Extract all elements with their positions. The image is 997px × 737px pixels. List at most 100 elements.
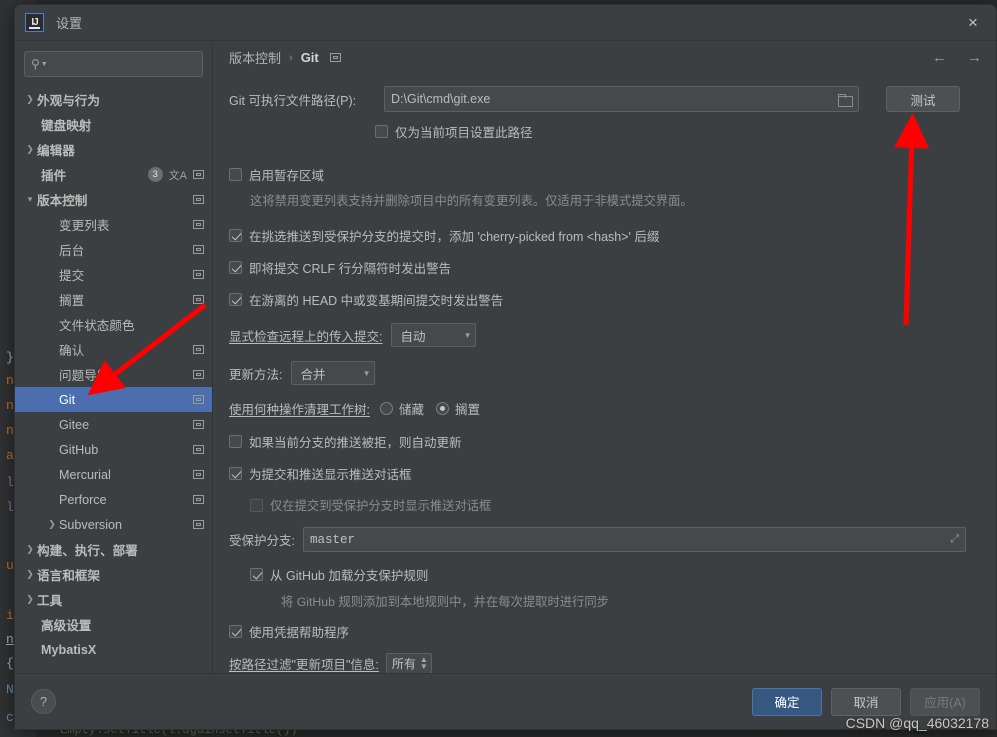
clean-worktree-radio-shelve[interactable] — [436, 402, 449, 415]
sidebar-item-[interactable]: ▾ 版本控制 — [15, 187, 212, 212]
translate-icon[interactable]: 文A — [169, 167, 187, 183]
breadcrumb-separator: › — [289, 51, 293, 64]
sidebar-item-[interactable]: 变更列表 — [15, 212, 212, 237]
clean-worktree-radio-stash[interactable] — [379, 402, 393, 415]
expand-icon[interactable]: ⤢ — [950, 534, 959, 546]
close-icon[interactable]: × — [950, 5, 996, 41]
chevron-right-icon[interactable]: ❯ — [23, 145, 37, 154]
sidebar-item-[interactable]: 问题导航 — [15, 362, 212, 387]
git-path-input[interactable]: D:\Git\cmd\git.exe — [384, 86, 859, 112]
breadcrumb-parent[interactable]: 版本控制 — [229, 48, 281, 67]
sidebar-item-[interactable]: 高级设置 — [15, 612, 212, 637]
sidebar-item-[interactable]: ❯ 语言和框架 — [15, 562, 212, 587]
sidebar-item-[interactable]: 搁置 — [15, 287, 212, 312]
forward-arrow-icon[interactable]: → — [967, 49, 982, 66]
staging-area-description-row: 这将禁用变更列表支持并删除项目中的所有变更列表。仅适用于非模式提交界面。 — [229, 191, 980, 209]
copy-settings-path-icon[interactable] — [329, 53, 341, 62]
sidebar-item-perforce[interactable]: Perforce — [15, 487, 212, 512]
update-method-value: 合并 — [300, 367, 326, 382]
clean-worktree-row: 使用何种操作清理工作树: 储藏 搁置 — [229, 399, 980, 418]
folder-icon[interactable] — [838, 93, 853, 107]
logo-text: IJ — [31, 17, 38, 28]
help-button[interactable]: ? — [31, 689, 56, 714]
copy-settings-path-icon[interactable] — [193, 520, 204, 529]
load-github-rules-checkbox[interactable] — [250, 568, 263, 581]
copy-settings-path-icon[interactable] — [193, 170, 204, 179]
sidebar-item-[interactable]: 插件 3 文A — [15, 162, 212, 187]
staging-area-description: 这将禁用变更列表支持并删除项目中的所有变更列表。仅适用于非模式提交界面。 — [250, 194, 693, 208]
load-github-rules-label: 从 GitHub 加载分支保护规则 — [270, 569, 429, 583]
chevron-right-icon[interactable]: ❯ — [23, 570, 37, 579]
chevron-right-icon[interactable]: ❯ — [23, 595, 37, 604]
intellij-logo-icon: IJ — [25, 13, 44, 32]
copy-settings-path-icon[interactable] — [193, 220, 204, 229]
chevron-right-icon[interactable]: ❯ — [23, 95, 37, 104]
copy-settings-path-icon[interactable] — [193, 295, 204, 304]
credential-helper-label: 使用凭据帮助程序 — [249, 626, 350, 640]
sidebar-item-subversion[interactable]: ❯ Subversion — [15, 512, 212, 537]
incoming-commits-select[interactable]: 自动 ▼ — [391, 323, 477, 347]
show-push-dialog-protected-checkbox[interactable] — [250, 498, 263, 512]
detached-head-warning-checkbox[interactable] — [229, 293, 242, 306]
plugin-update-badge: 3 — [147, 167, 163, 182]
update-method-row: 更新方法: 合并 ▼ — [229, 361, 980, 385]
back-arrow-icon[interactable]: ← — [932, 49, 947, 66]
search-box[interactable]: ⚲ ▼ — [24, 51, 203, 77]
show-push-dialog-label: 为提交和推送显示推送对话框 — [249, 468, 412, 482]
sidebar-item-[interactable]: 文件状态颜色 — [15, 312, 212, 337]
copy-settings-path-icon[interactable] — [193, 195, 204, 204]
staging-area-checkbox[interactable] — [229, 168, 242, 181]
sidebar-item-label: 问题导航 — [59, 369, 110, 383]
sidebar-item-gitee[interactable]: Gitee — [15, 412, 212, 437]
copy-settings-path-icon[interactable] — [193, 470, 204, 479]
sidebar-item-label: 搁置 — [59, 294, 85, 308]
sidebar-item-[interactable]: ❯ 构建、执行、部署 — [15, 537, 212, 562]
copy-settings-path-icon[interactable] — [193, 345, 204, 354]
sidebar-item-[interactable]: 确认 — [15, 337, 212, 362]
sidebar-item-[interactable]: 提交 — [15, 262, 212, 287]
credential-helper-checkbox[interactable] — [229, 625, 242, 638]
cherry-pick-suffix-checkbox[interactable] — [229, 229, 242, 242]
copy-settings-path-icon[interactable] — [193, 245, 204, 254]
apply-button[interactable]: 应用(A) — [910, 687, 980, 716]
credential-helper-row: 使用凭据帮助程序 — [229, 622, 980, 641]
copy-settings-path-icon[interactable] — [193, 445, 204, 454]
code-fragment: } — [6, 350, 14, 365]
cancel-button[interactable]: 取消 — [831, 687, 901, 716]
copy-settings-path-icon[interactable] — [193, 420, 204, 429]
sidebar-item-[interactable]: 键盘映射 — [15, 112, 212, 137]
protected-branches-input[interactable]: master ⤢ — [302, 527, 966, 552]
code-fragment: N — [6, 682, 14, 697]
sidebar-item-[interactable]: 后台 — [15, 237, 212, 262]
crlf-warning-checkbox[interactable] — [229, 261, 242, 274]
sidebar-item-mercurial[interactable]: Mercurial — [15, 462, 212, 487]
path-filter-select[interactable]: 所有 ▲ ▼ — [385, 653, 432, 673]
sidebar-item-label: 插件 — [41, 169, 67, 183]
sidebar-item-label: Gitee — [59, 417, 90, 432]
path-filter-row: 按路径过滤"更新项目"信息: 所有 ▲ ▼ — [229, 653, 980, 673]
sidebar-item-[interactable]: ❯ 工具 — [15, 587, 212, 612]
sidebar-item-[interactable]: ❯ 外观与行为 — [15, 87, 212, 112]
auto-update-rejected-checkbox[interactable] — [229, 435, 242, 448]
sidebar-item-[interactable]: ❯ 编辑器 — [15, 137, 212, 162]
show-push-dialog-checkbox[interactable] — [229, 467, 242, 480]
copy-settings-path-icon[interactable] — [193, 370, 204, 379]
update-method-select[interactable]: 合并 ▼ — [291, 361, 376, 385]
chevron-right-icon[interactable]: ❯ — [23, 545, 37, 554]
search-wrapper: ⚲ ▼ — [15, 51, 212, 87]
crlf-warning-label: 即将提交 CRLF 行分隔符时发出警告 — [249, 262, 452, 276]
search-input[interactable] — [48, 57, 196, 71]
test-button[interactable]: 测试 — [886, 86, 960, 112]
copy-settings-path-icon[interactable] — [193, 270, 204, 279]
sidebar-item-github[interactable]: GitHub — [15, 437, 212, 462]
settings-main-panel: 版本控制 › Git ← → Git 可执行文件路径(P): D:\Git\cm… — [212, 41, 996, 673]
copy-settings-path-icon[interactable] — [193, 395, 204, 404]
project-only-checkbox[interactable] — [375, 125, 388, 138]
sidebar-item-mybatisx[interactable]: MybatisX — [15, 637, 212, 662]
chevron-down-icon[interactable]: ▾ — [23, 195, 37, 204]
copy-settings-path-icon[interactable] — [193, 495, 204, 504]
sidebar-item-git[interactable]: Git — [15, 387, 212, 412]
search-dropdown-icon[interactable]: ▼ — [41, 61, 48, 68]
chevron-right-icon[interactable]: ❯ — [45, 520, 59, 529]
ok-button[interactable]: 确定 — [752, 687, 822, 716]
